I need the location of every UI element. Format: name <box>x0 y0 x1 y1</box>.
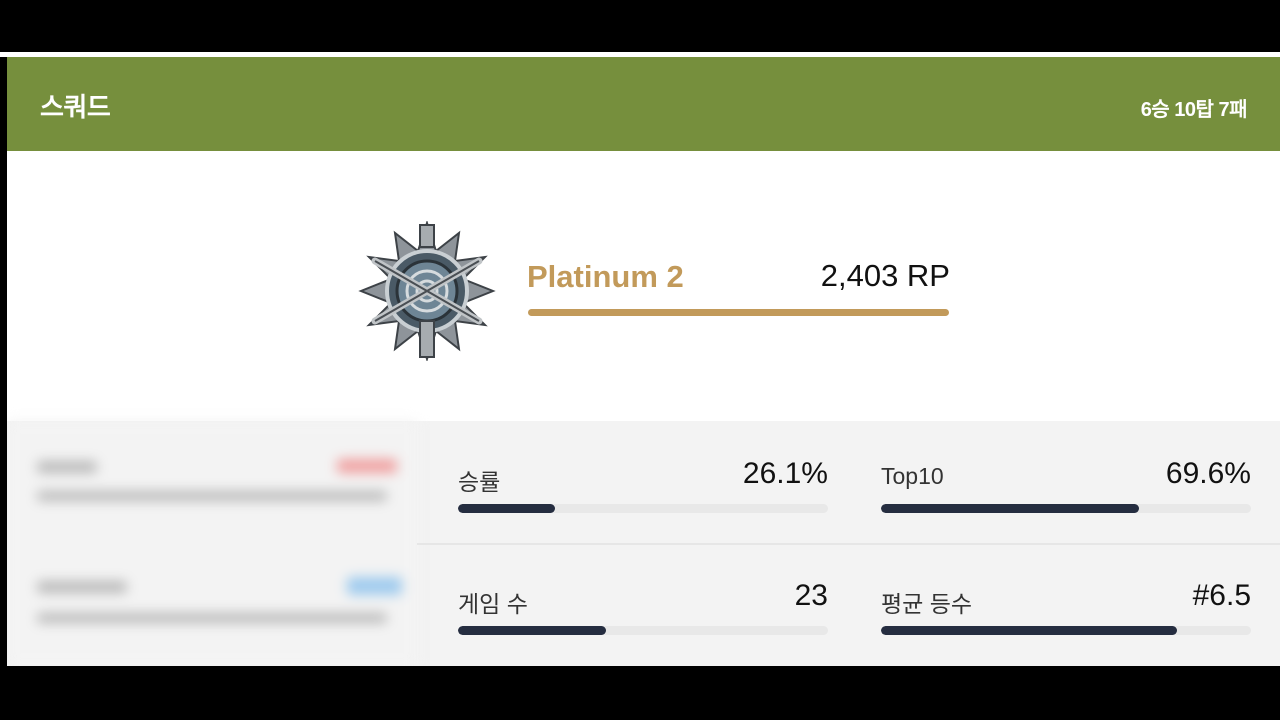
card-header: 스쿼드 6승 10탑 7패 <box>7 57 1280 151</box>
mode-title: 스쿼드 <box>40 92 111 122</box>
stat-games-played: 게임 수 23 <box>458 575 828 645</box>
stat-value: #6.5 <box>1192 579 1251 612</box>
stat-value: 69.6% <box>1165 457 1251 490</box>
stat-progress-track <box>881 626 1251 635</box>
stat-label: 평균 등수 <box>881 591 973 617</box>
stat-label: Top10 <box>881 463 944 489</box>
stat-top10: Top10 69.6% <box>881 453 1251 523</box>
stat-average-rank: 평균 등수 #6.5 <box>881 575 1251 645</box>
stat-win-rate: 승률 26.1% <box>458 453 828 523</box>
stat-progress-track <box>458 504 828 513</box>
rank-section: Platinum 2 2,403 RP <box>7 151 1280 421</box>
win-top-loss-record: 6승 10탑 7패 <box>1140 99 1248 121</box>
blurred-panel <box>7 421 417 666</box>
stat-value: 26.1% <box>742 457 828 490</box>
rank-points: 2,403 RP <box>820 258 950 293</box>
rank-progress-bar <box>528 309 949 316</box>
stat-label: 게임 수 <box>458 591 528 617</box>
stat-progress-fill <box>881 504 1139 513</box>
rank-tier: Platinum 2 <box>527 259 684 294</box>
stat-progress-track <box>458 626 828 635</box>
stat-progress-track <box>881 504 1251 513</box>
stats-section: 승률 26.1% Top10 69.6% 게임 수 23 평균 등수 #6.5 <box>7 421 1280 666</box>
stat-progress-fill <box>881 626 1177 635</box>
squad-stats-card: 스쿼드 6승 10탑 7패 Platinum 2 2,403 RP 승률 26.… <box>7 57 1280 666</box>
stat-label: 승률 <box>458 469 501 495</box>
stats-divider <box>417 543 1280 545</box>
stat-progress-fill <box>458 504 555 513</box>
platinum-rank-emblem-icon <box>358 221 496 361</box>
stat-progress-fill <box>458 626 606 635</box>
stat-value: 23 <box>794 579 828 612</box>
